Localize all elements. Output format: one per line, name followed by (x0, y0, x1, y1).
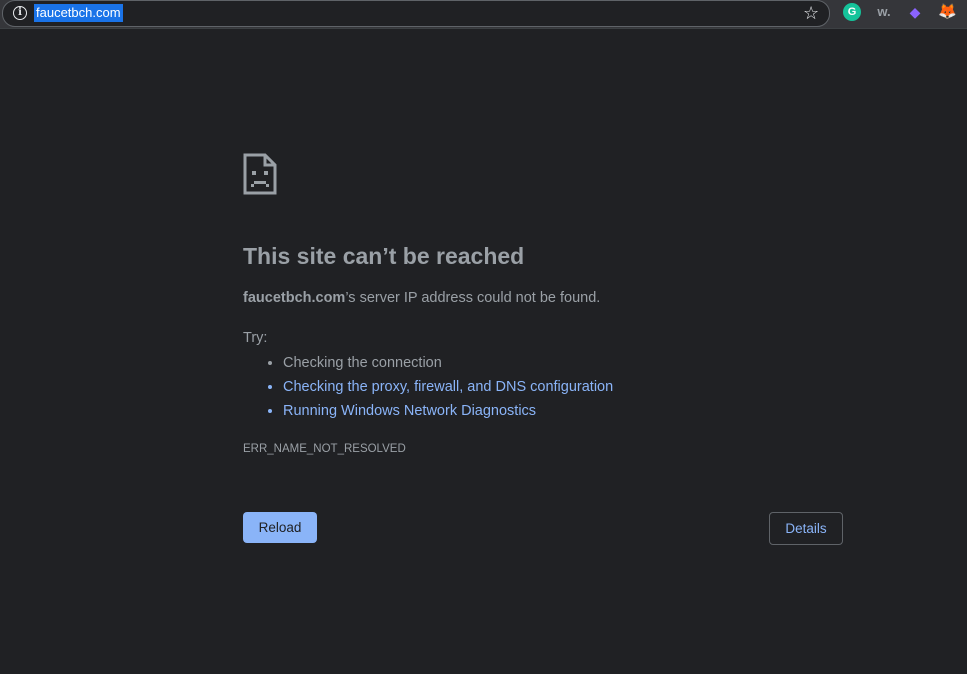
reload-button[interactable]: Reload (243, 512, 317, 543)
w-extension-icon[interactable]: w. (874, 3, 894, 21)
error-heading: This site can’t be reached (243, 243, 525, 269)
error-message-text: ’s server IP address could not be found. (345, 290, 601, 306)
error-code: ERR_NAME_NOT_RESOLVED (243, 443, 406, 455)
gem-extension-icon[interactable]: ◆ (906, 3, 924, 21)
bookmark-star-icon[interactable]: ☆ (803, 2, 819, 24)
address-bar[interactable]: i faucetbch.com ☆ (2, 0, 830, 27)
details-button[interactable]: Details (769, 512, 843, 545)
suggestion-list: Checking the connection Checking the pro… (243, 352, 613, 424)
browser-toolbar: i faucetbch.com ☆ G w. ◆ 🦊 (0, 0, 967, 29)
try-label: Try: (243, 330, 268, 346)
suggestion-check-connection: Checking the connection (283, 352, 613, 376)
suggestion-diagnostics-link[interactable]: Running Windows Network Diagnostics (283, 400, 613, 424)
error-domain: faucetbch.com (243, 290, 346, 306)
metamask-icon[interactable]: 🦊 (938, 3, 957, 21)
url-text[interactable]: faucetbch.com (34, 4, 123, 22)
info-icon[interactable]: i (13, 6, 27, 20)
grammarly-icon[interactable]: G (843, 3, 861, 21)
error-message: faucetbch.com’s server IP address could … (243, 290, 600, 306)
suggestion-proxy-link[interactable]: Checking the proxy, firewall, and DNS co… (283, 376, 613, 400)
sad-page-icon (243, 153, 277, 195)
